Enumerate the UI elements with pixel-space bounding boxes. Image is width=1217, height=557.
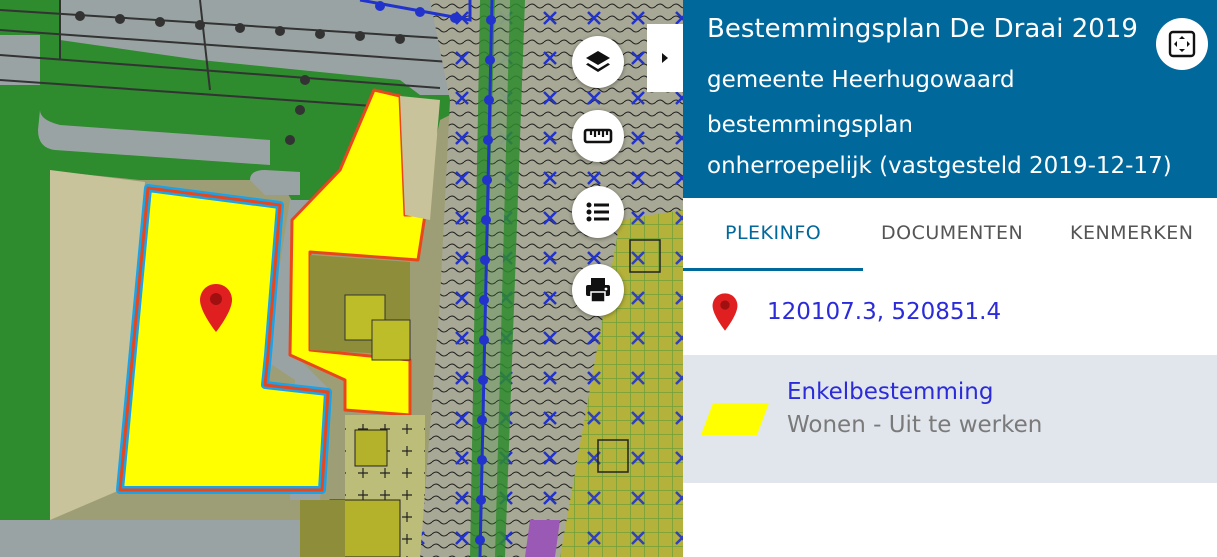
measure-button[interactable] xyxy=(572,110,624,162)
zoning-title: Enkelbestemming xyxy=(787,379,994,405)
plan-status-label: onherroepelijk (vastgesteld 2019-12-17) xyxy=(707,153,1172,179)
zoning-result-item[interactable]: Enkelbestemming Wonen - Uit te werken xyxy=(683,355,1217,483)
collapse-panel-button[interactable] xyxy=(647,24,683,92)
caret-right-icon xyxy=(662,53,668,63)
tab-documenten[interactable]: DOCUMENTEN xyxy=(881,222,1023,244)
municipality-label: gemeente Heerhugowaard xyxy=(707,67,1015,93)
list-icon xyxy=(586,202,609,222)
zoning-swatch xyxy=(701,403,769,435)
coordinates-row: 120107.3, 520851.4 xyxy=(683,271,1217,355)
plan-header: Bestemmingsplan De Draai 2019 gemeente H… xyxy=(683,0,1217,198)
expand-icon xyxy=(1168,30,1196,58)
plan-title: Bestemmingsplan De Draai 2019 xyxy=(707,14,1138,44)
zoning-subtitle: Wonen - Uit te werken xyxy=(787,412,1043,438)
ruler-icon xyxy=(583,128,613,144)
legend-button[interactable] xyxy=(572,186,624,238)
map-view[interactable] xyxy=(0,0,683,557)
tab-kenmerken[interactable]: KENMERKEN xyxy=(1070,222,1193,244)
tab-plekinfo[interactable]: PLEKINFO xyxy=(725,222,821,244)
print-button[interactable] xyxy=(572,264,624,316)
plan-type-label: bestemmingsplan xyxy=(707,112,913,138)
location-pin-icon xyxy=(711,291,739,333)
location-pin-icon xyxy=(198,282,234,334)
expand-button[interactable] xyxy=(1156,18,1208,70)
coordinates-value: 120107.3, 520851.4 xyxy=(767,299,1002,325)
layers-icon xyxy=(586,51,610,72)
printer-icon xyxy=(586,278,610,303)
info-panel: Bestemmingsplan De Draai 2019 gemeente H… xyxy=(683,0,1217,557)
panel-tabs: PLEKINFO DOCUMENTEN KENMERKEN xyxy=(683,198,1217,270)
layers-button[interactable] xyxy=(572,36,624,88)
